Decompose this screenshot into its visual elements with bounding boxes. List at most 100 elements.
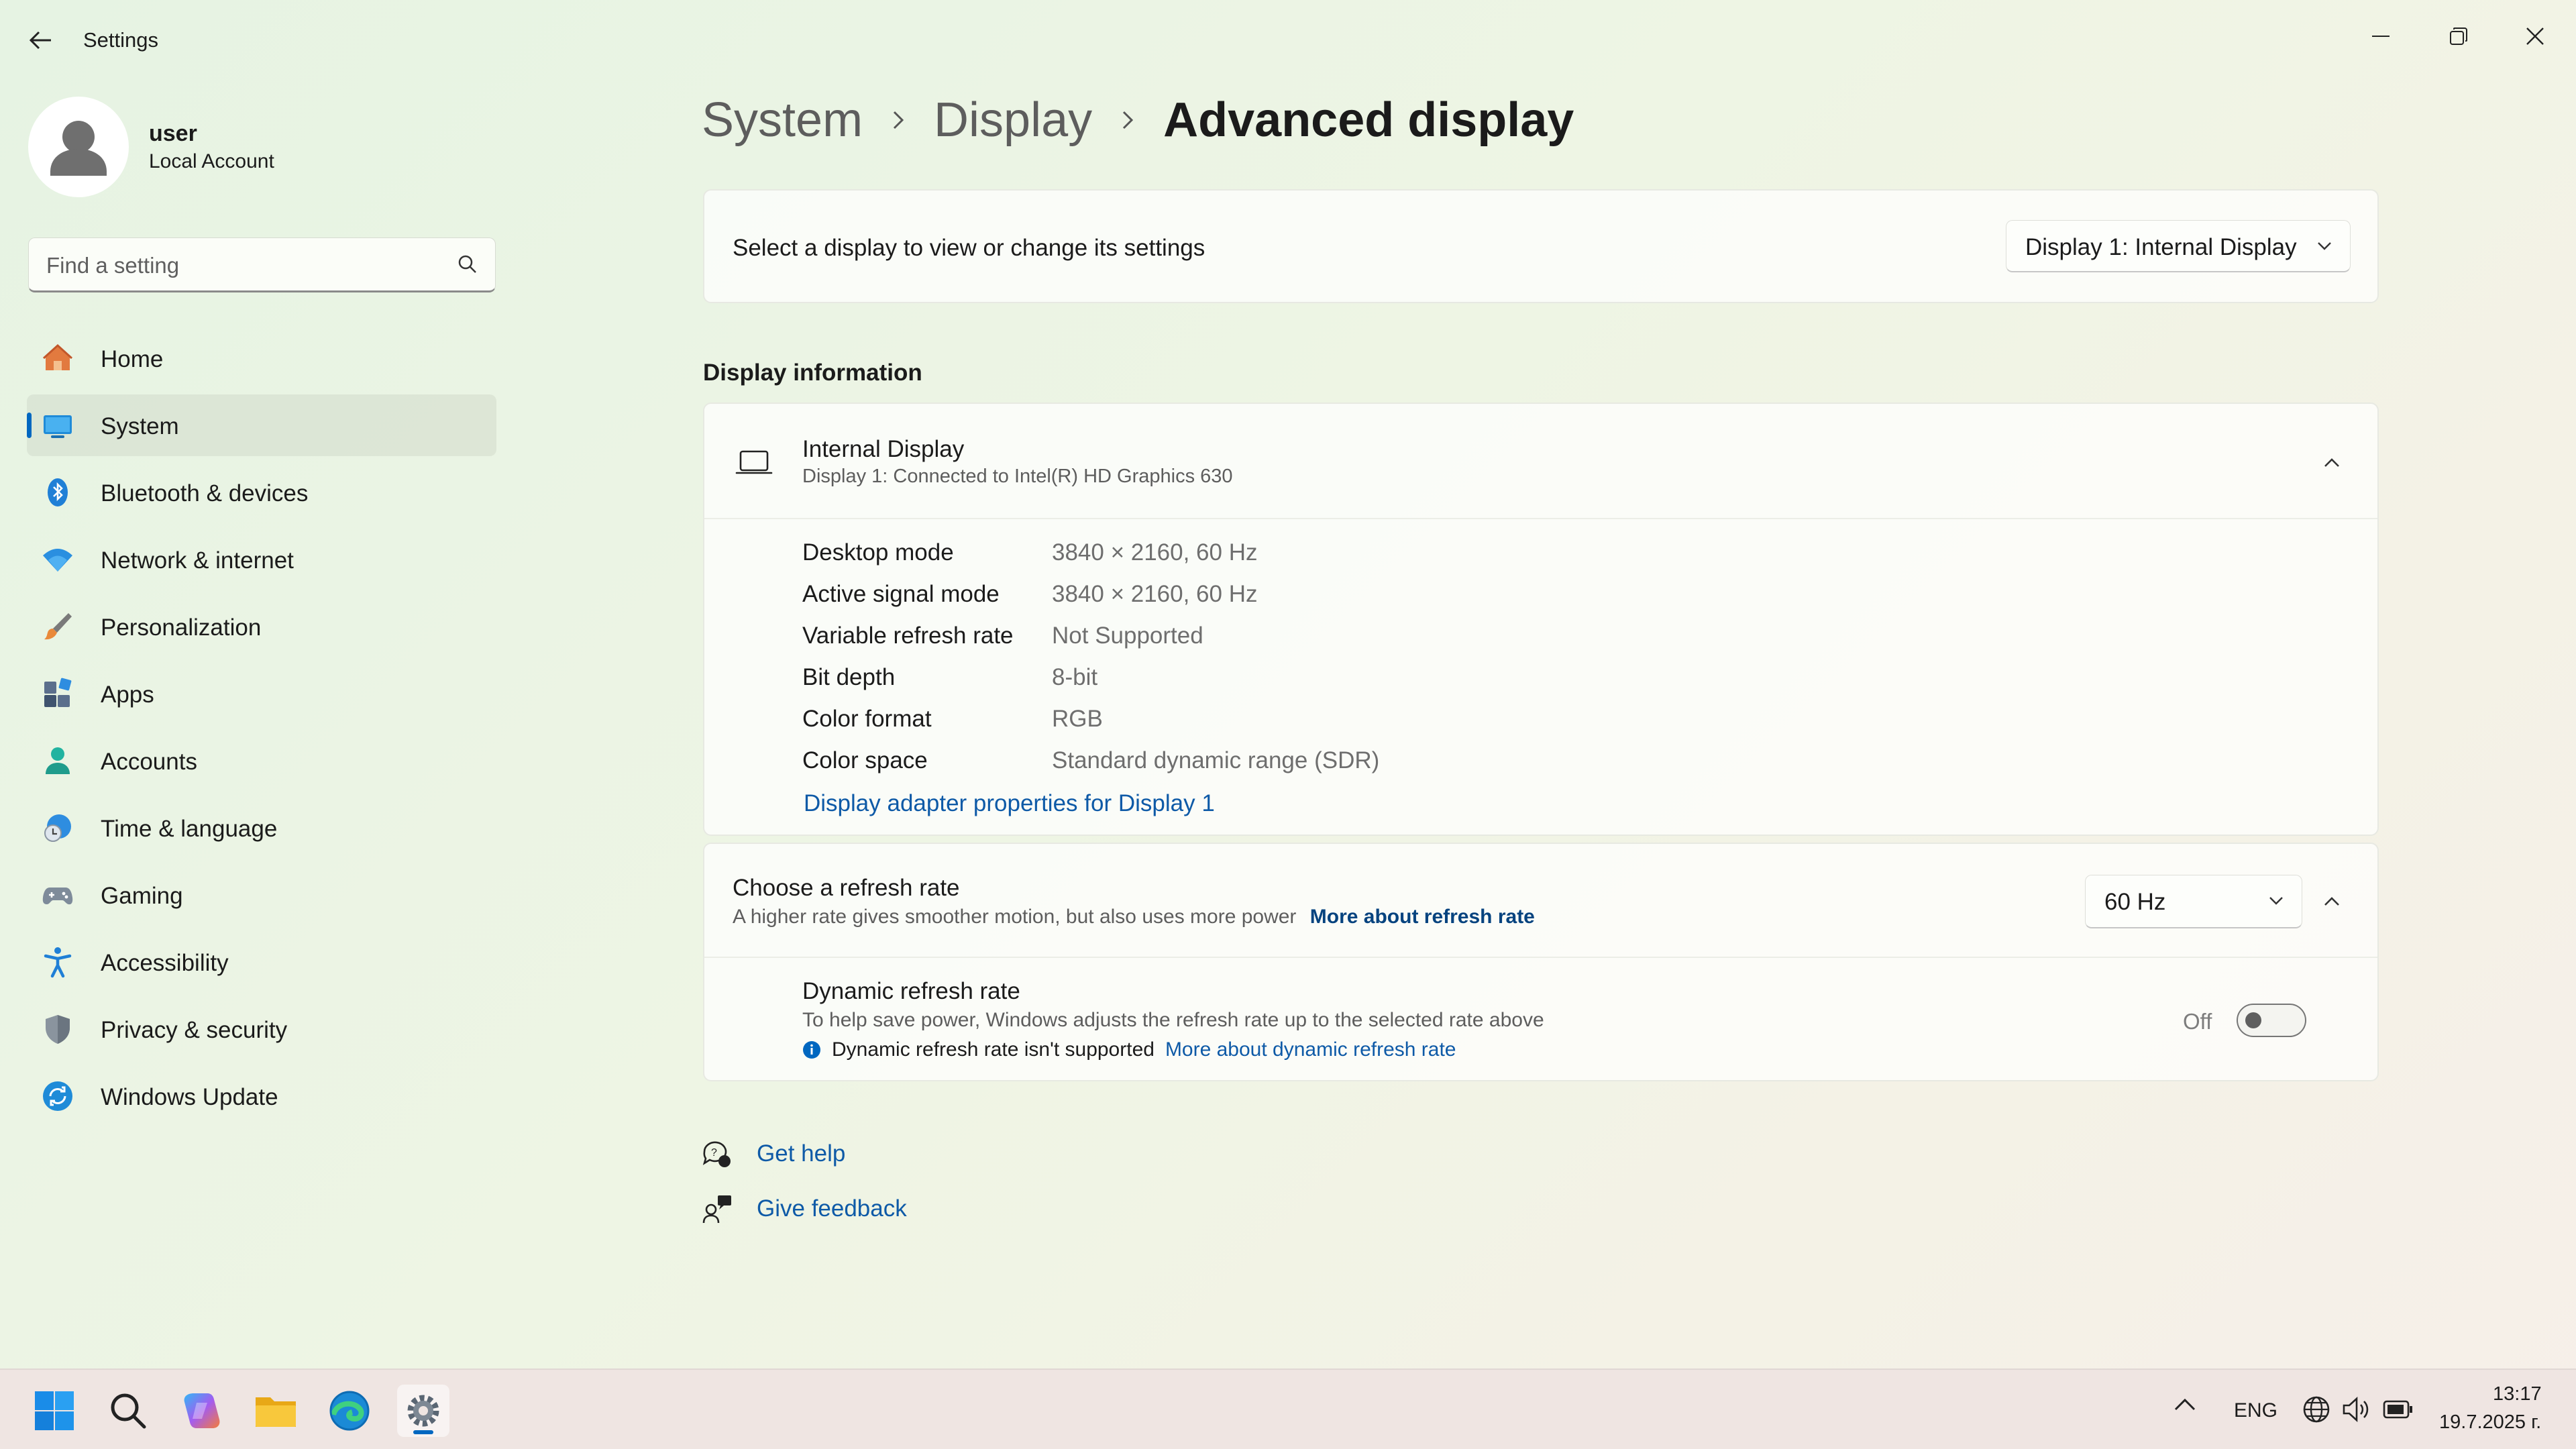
sidebar-item-home[interactable]: Home [27,327,496,389]
give-feedback-label: Give feedback [757,1195,907,1222]
bit-depth-value: 8-bit [1052,664,1098,690]
edge-button[interactable] [323,1385,376,1437]
bit-depth-label: Bit depth [802,664,896,690]
home-icon [42,343,73,370]
dynamic-refresh-rate-note: Dynamic refresh rate isn't supported Mor… [802,1038,1456,1061]
clock-time[interactable]: 13:17 [2493,1383,2542,1405]
tray-network-button[interactable] [2302,1395,2330,1427]
breadcrumb-display[interactable]: Display [934,93,1092,148]
back-button[interactable] [25,25,55,55]
sidebar-item-privacy[interactable]: Privacy & security [27,998,496,1060]
desktop-mode-value: 3840 × 2160, 60 Hz [1052,539,1258,566]
account-type: Local Account [149,150,274,172]
app-title: Settings [83,28,159,52]
dynamic-refresh-rate-toggle[interactable] [2237,1004,2306,1037]
language-indicator[interactable]: ENG [2234,1399,2277,1422]
refresh-rate-dropdown[interactable]: 60 Hz [2085,875,2302,928]
search-placeholder: Find a setting [46,253,180,278]
taskbar-search-button[interactable] [102,1385,154,1437]
accessibility-icon [44,947,72,978]
sidebar-item-network[interactable]: Network & internet [27,529,496,590]
display-select-dropdown[interactable]: Display 1: Internal Display [2006,220,2351,272]
give-feedback-link[interactable]: Give feedback [702,1189,907,1229]
restore-button[interactable] [2428,12,2489,60]
settings-taskbar-button[interactable] [397,1385,449,1437]
get-help-link[interactable]: ? Get help [702,1134,845,1174]
breadcrumb-system[interactable]: System [702,93,863,148]
clock-icon [44,814,71,842]
get-help-label: Get help [757,1140,846,1167]
settings-icon [407,1395,439,1427]
show-hidden-icons-button[interactable] [2174,1398,2203,1422]
close-button[interactable] [2505,12,2565,60]
wifi-icon [43,549,72,572]
sidebar-item-time-language[interactable]: Time & language [27,797,496,859]
variable-refresh-rate-label: Variable refresh rate [802,623,1014,649]
sidebar-item-windows-update[interactable]: Windows Update [27,1065,496,1127]
sidebar-item-label: Gaming [101,883,183,909]
accounts-icon [46,747,70,774]
avatar [28,97,129,197]
sidebar-item-label: Privacy & security [101,1017,288,1043]
chevron-right-icon [892,110,904,130]
gamepad-icon [42,888,73,905]
sidebar-item-apps[interactable]: Apps [27,663,496,724]
svg-text:?: ? [711,1147,717,1159]
search-icon [458,255,476,273]
sidebar-item-personalization[interactable]: Personalization [27,596,496,657]
sidebar-item-accessibility[interactable]: Accessibility [27,931,496,993]
user-profile[interactable]: user Local Account [28,97,498,197]
user-avatar-icon [50,121,107,176]
info-icon [803,1041,820,1059]
page-title: Advanced display [1163,93,1574,147]
dynamic-refresh-unsupported-text: Dynamic refresh rate isn't supported [832,1038,1155,1061]
chevron-up-icon [2324,458,2339,467]
sidebar-item-label: Accounts [101,749,197,775]
battery-icon [2383,1400,2412,1419]
feedback-icon [702,1195,731,1224]
copilot-button[interactable] [176,1385,228,1437]
laptop-icon [735,450,773,474]
more-about-dynamic-refresh-rate-link[interactable]: More about dynamic refresh rate [1165,1038,1456,1061]
tray-battery-button[interactable] [2383,1398,2414,1424]
chevron-down-icon [2318,242,2331,250]
divider [704,957,2377,958]
taskbar: ENG 13:17 19.7.2025 г. [0,1368,2576,1449]
active-signal-mode-value: 3840 × 2160, 60 Hz [1052,581,1258,607]
file-explorer-button[interactable] [250,1385,302,1437]
display-adapter-properties-link[interactable]: Display adapter properties for Display 1 [804,790,1215,817]
clock-date[interactable]: 19.7.2025 г. [2439,1411,2541,1434]
sidebar-item-accounts[interactable]: Accounts [27,730,496,792]
sidebar-item-system[interactable]: System [27,394,496,456]
sidebar-item-bluetooth[interactable]: Bluetooth & devices [27,462,496,523]
display-select-label: Select a display to view or change its s… [733,235,1205,261]
chevron-right-icon [1122,110,1134,130]
update-icon [43,1081,72,1111]
color-format-value: RGB [1052,706,1103,732]
sidebar-item-gaming[interactable]: Gaming [27,864,496,926]
sidebar-item-label: Time & language [101,816,278,842]
collapse-display-info-button[interactable] [2316,447,2348,479]
start-button[interactable] [28,1385,80,1437]
display-connection: Display 1: Connected to Intel(R) HD Grap… [802,466,1233,487]
copilot-icon [184,1393,220,1428]
minimize-button[interactable] [2351,12,2411,60]
toggle-state-label: Off [2183,1009,2212,1034]
tray-volume-button[interactable] [2341,1395,2372,1427]
desktop-mode-label: Desktop mode [802,539,954,566]
minimize-icon [2372,36,2390,37]
volume-icon [2343,1397,2369,1422]
divider [704,518,2377,519]
sidebar-item-label: Network & internet [101,547,294,574]
display-info-card: Internal Display Display 1: Connected to… [703,402,2379,836]
bluetooth-icon [48,478,68,506]
more-about-refresh-rate-link[interactable]: More about refresh rate [1310,906,1535,928]
sidebar-item-label: Bluetooth & devices [101,480,309,506]
refresh-rate-desc-text: A higher rate gives smoother motion, but… [733,906,1297,928]
active-indicator [413,1430,433,1434]
start-icon [35,1391,74,1430]
get-help-icon: ? [702,1141,731,1167]
collapse-refresh-rate-button[interactable] [2316,885,2348,918]
search-input[interactable]: Find a setting [28,237,496,292]
sidebar-item-label: Accessibility [101,950,229,976]
